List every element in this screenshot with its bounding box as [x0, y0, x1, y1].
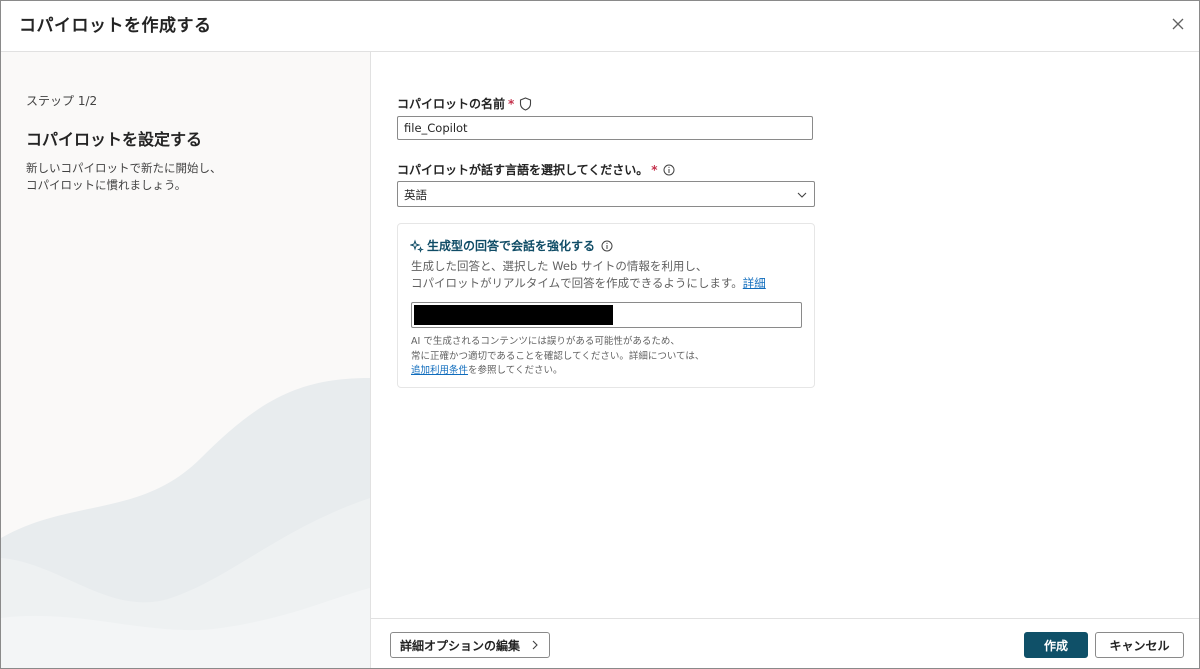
- card-title: 生成型の回答で会話を強化する: [410, 237, 613, 254]
- card-description: 生成した回答と、選択した Web サイトの情報を利用し、 コパイロットがリアルタ…: [411, 258, 766, 292]
- advanced-options-button[interactable]: 詳細オプションの編集: [390, 632, 550, 658]
- card-desc-line-2: コパイロットがリアルタイムで回答を作成できるようにします。詳細: [411, 275, 766, 292]
- disclaimer-line: 常に正確かつ適切であることを確認してください。詳細については、: [411, 350, 705, 362]
- create-copilot-dialog: コパイロットを作成する ステップ 1/2 コパイロットを設定する 新しいコパイロ…: [0, 0, 1200, 669]
- redacted-region: [414, 305, 613, 325]
- info-icon[interactable]: [663, 164, 675, 176]
- required-mark: *: [508, 96, 515, 111]
- shield-icon: [519, 96, 532, 111]
- copilot-name-input[interactable]: [397, 116, 813, 140]
- left-description-line: 新しいコパイロットで新たに開始し、: [26, 161, 222, 175]
- info-icon[interactable]: [601, 240, 613, 252]
- card-desc-text: コパイロットがリアルタイムで回答を作成できるようにします。: [411, 276, 743, 290]
- required-mark: *: [651, 162, 658, 177]
- sparkle-icon: [410, 238, 424, 253]
- name-label: コパイロットの名前 *: [397, 95, 532, 112]
- language-select[interactable]: 英語: [397, 181, 815, 207]
- decorative-waves: [1, 378, 370, 668]
- chevron-right-icon: [530, 639, 540, 651]
- language-select-value: 英語: [404, 188, 427, 202]
- left-panel: ステップ 1/2 コパイロットを設定する 新しいコパイロットで新たに開始し、 コ…: [1, 52, 371, 668]
- website-url-input[interactable]: [411, 302, 802, 328]
- ai-disclaimer: AI で生成されるコンテンツには誤りがある可能性があるため、 常に正確かつ適切で…: [411, 335, 704, 379]
- language-label: コパイロットが話す言語を選択してください。 *: [397, 161, 675, 178]
- chevron-down-icon: [795, 187, 809, 206]
- left-description-line: コパイロットに慣れましょう。: [26, 178, 187, 192]
- generative-answers-card: 生成型の回答で会話を強化する 生成した回答と、選択した Web サイトの情報を利…: [397, 223, 815, 388]
- create-button[interactable]: 作成: [1024, 632, 1088, 658]
- close-icon: [1172, 18, 1184, 30]
- disclaimer-line-3: 追加利用条件を参照してください。: [411, 364, 704, 379]
- card-desc-line: 生成した回答と、選択した Web サイトの情報を利用し、: [411, 259, 708, 273]
- name-label-text: コパイロットの名前: [397, 97, 506, 111]
- left-heading: コパイロットを設定する: [26, 130, 203, 149]
- dialog-title: コパイロットを作成する: [19, 16, 212, 36]
- dialog-footer: 詳細オプションの編集 作成 キャンセル: [371, 618, 1199, 668]
- language-label-text: コパイロットが話す言語を選択してください。: [397, 163, 649, 177]
- terms-link[interactable]: 追加利用条件: [411, 365, 468, 376]
- disclaimer-suffix: を参照してください。: [468, 365, 563, 376]
- cancel-button[interactable]: キャンセル: [1095, 632, 1184, 658]
- learn-more-link[interactable]: 詳細: [743, 276, 766, 290]
- disclaimer-line: AI で生成されるコンテンツには誤りがある可能性があるため、: [411, 336, 680, 347]
- advanced-options-label: 詳細オプションの編集: [399, 638, 520, 653]
- step-indicator: ステップ 1/2: [26, 94, 98, 108]
- dialog-header: コパイロットを作成する: [1, 1, 1199, 52]
- left-description: 新しいコパイロットで新たに開始し、 コパイロットに慣れましょう。: [26, 160, 346, 194]
- card-title-text: 生成型の回答で会話を強化する: [427, 239, 596, 253]
- close-button[interactable]: [1167, 13, 1189, 35]
